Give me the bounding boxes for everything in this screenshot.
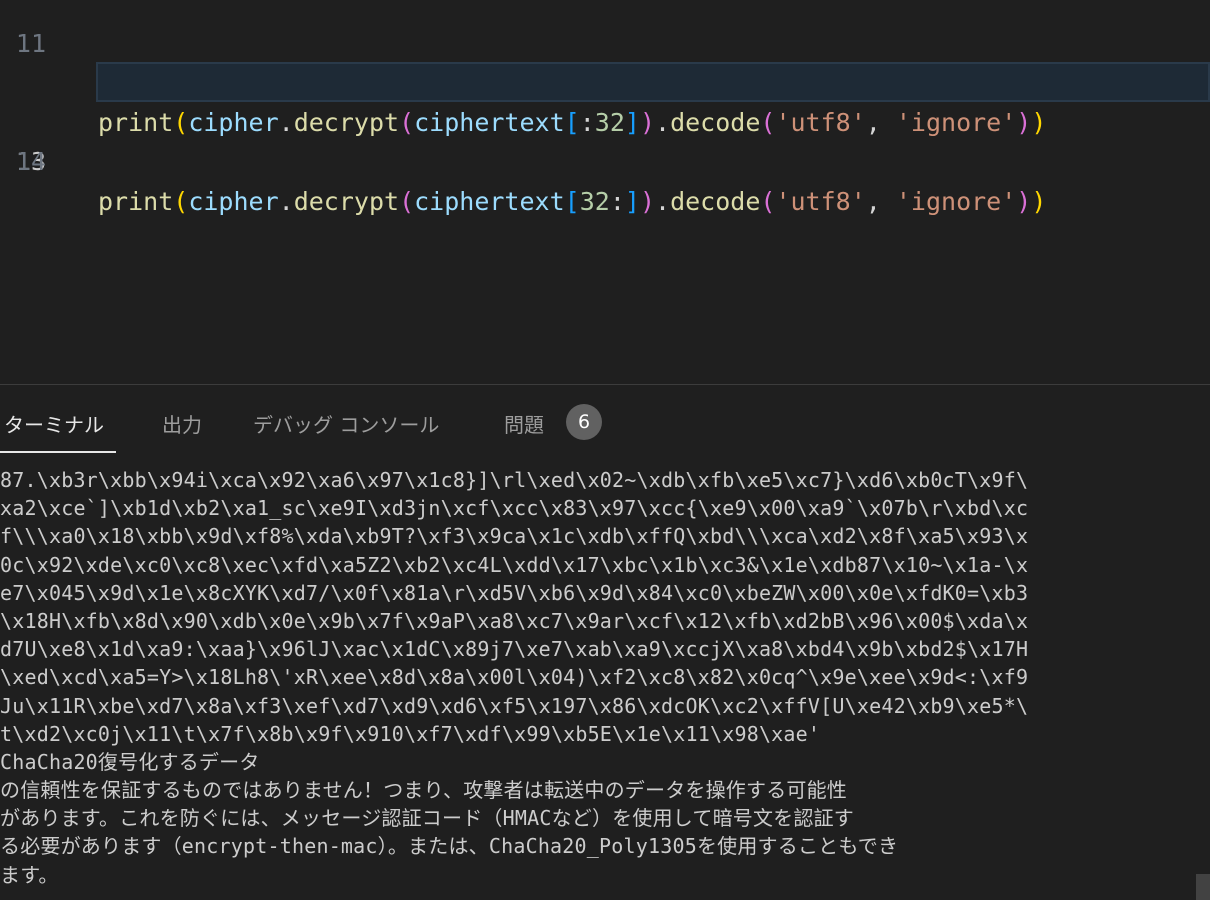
code-line[interactable]: 14 xyxy=(0,102,1210,176)
code-line[interactable]: 12 print(cipher.decrypt(ciphertext[:32])… xyxy=(0,23,1210,137)
panel-tab-bar: ターミナル 出力 デバッグ コンソール 問題 6 xyxy=(0,385,1210,455)
active-tab-indicator xyxy=(0,451,116,453)
terminal-line: e7\x045\x9d\x1e\x8cXYK\xd7/\x0f\x81a\r\x… xyxy=(0,580,1029,605)
line-number: 14 xyxy=(15,147,46,176)
terminal-prompt-line[interactable] xyxy=(0,889,1196,900)
current-line-highlight xyxy=(96,62,1210,102)
terminal-line: の信頼性を保証するものではありません！つまり、攻撃者は転送中のデータを操作する可… xyxy=(0,778,847,803)
terminal-line: る必要があります（encrypt-then-mac）。または、ChaCha20_… xyxy=(0,834,899,859)
terminal-line: d7U\xe8\x1d\xa9:\xaa}\x96lJ\xac\x1dC\x89… xyxy=(0,637,1029,662)
terminal-line: Ju\x11R\xbe\xd7\x8a\xf3\xef\xd7\xd9\xd6\… xyxy=(0,693,1029,718)
terminal-line: \xed\xcd\xa5=Y>\x18Lh8\'xR\xee\x8d\x8a\x… xyxy=(0,665,1029,690)
terminal-line: があります。これを防ぐには、メッセージ認証コード（HMACなど）を使用して暗号文… xyxy=(0,806,854,831)
problems-count-badge: 6 xyxy=(566,404,602,440)
terminal-line: t\xd2\xc0j\x11\t\x7f\x8b\x9f\x910\xf7\xd… xyxy=(0,721,821,746)
code-line[interactable]: 11 cipher = ChaCha20.new(key=key, nonce=… xyxy=(0,0,1210,98)
tab-problems[interactable]: 問題 xyxy=(504,409,544,438)
terminal-line: 87.\xb3r\xbb\x94i\xca\x92\xa6\x97\x1c8}]… xyxy=(0,468,1029,492)
code-text: print(cipher.decrypt(ciphertext[32:]).de… xyxy=(98,187,1047,216)
tab-terminal[interactable]: ターミナル xyxy=(4,409,104,438)
tab-debug-console[interactable]: デバッグ コンソール xyxy=(253,409,439,438)
terminal-line: ChaCha20復号化するデータ xyxy=(0,749,260,774)
code-editor[interactable]: 11 cipher = ChaCha20.new(key=key, nonce=… xyxy=(0,0,1210,384)
terminal-line: xa2\xce`]\xb1d\xb2\xa1_sc\xe9I\xd3jn\xcf… xyxy=(0,496,1029,521)
tab-output[interactable]: 出力 xyxy=(162,409,202,438)
terminal-line: 0c\x92\xde\xc0\xc8\xec\xfd\xa5Z2\xb2\xc4… xyxy=(0,552,1029,577)
terminal-line: ます。 xyxy=(0,862,59,887)
terminal-line: \x18H\xfb\x8d\x90\xdb\x0e\x9b\x7f\x9aP\x… xyxy=(0,608,1029,633)
terminal-scrollbar[interactable] xyxy=(1196,874,1210,900)
code-line-current[interactable]: 13 print(cipher.decrypt(ciphertext[32:])… xyxy=(0,62,1210,216)
terminal-output[interactable]: 87.\xb3r\xbb\x94i\xca\x92\xa6\x97\x1c8}]… xyxy=(0,466,1196,900)
terminal-line: f\\\xa0\x18\xbb\x9d\xf8%\xda\xb9T?\xf3\x… xyxy=(0,524,1029,549)
